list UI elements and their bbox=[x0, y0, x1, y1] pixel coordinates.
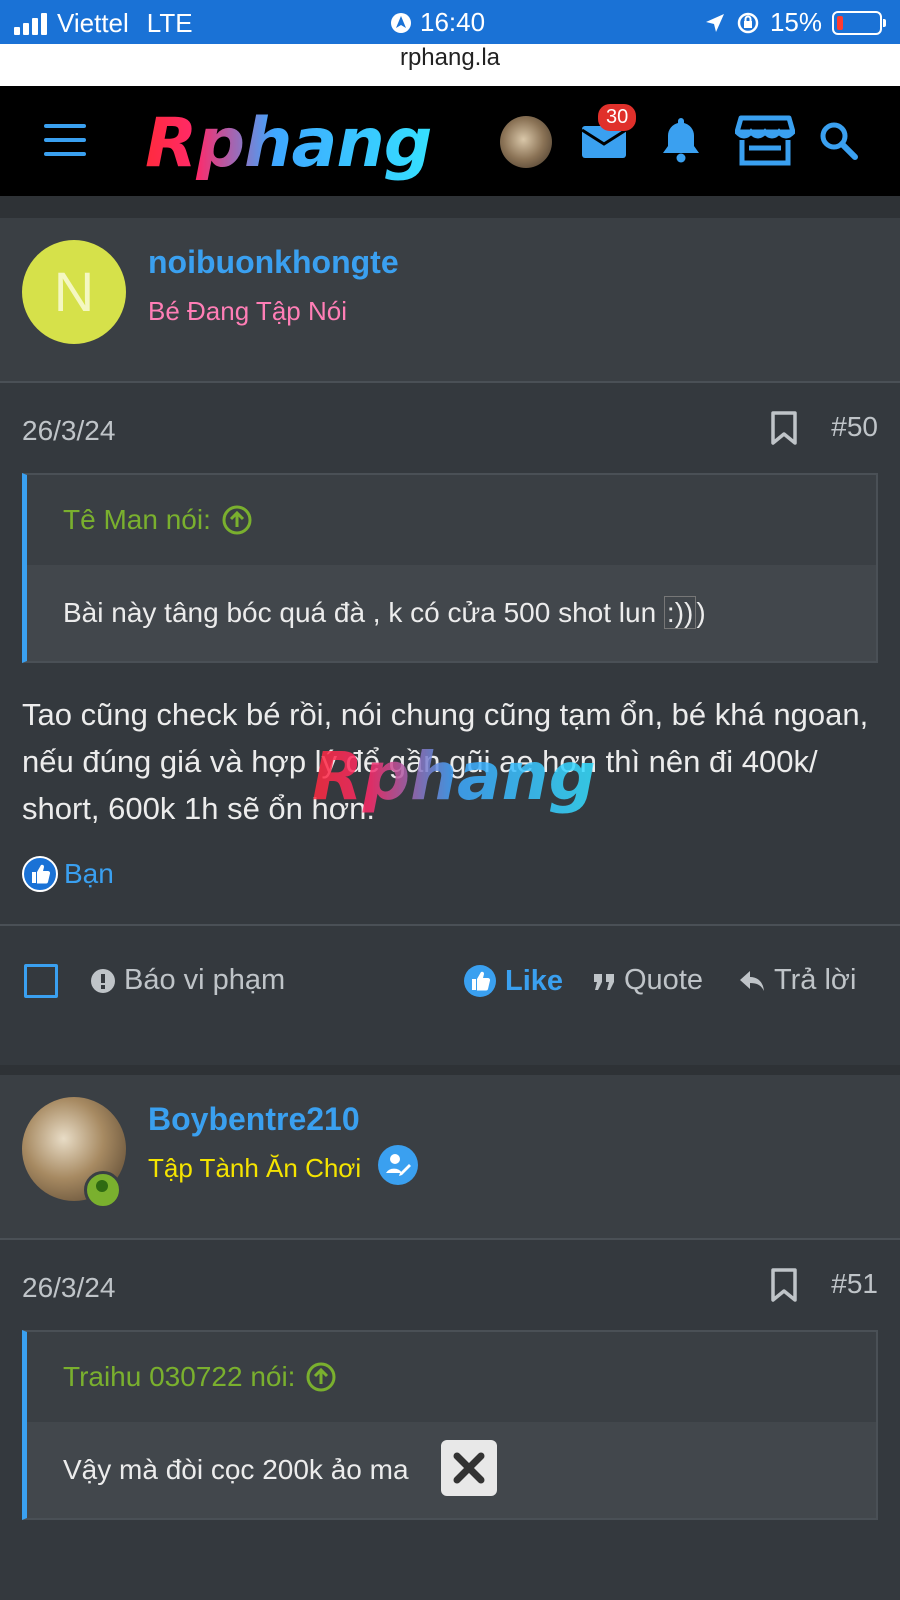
post-actions: Báo vi phạm Like Quote Trả lời bbox=[0, 924, 900, 1039]
url-text: rphang.la bbox=[399, 44, 501, 71]
user-avatar[interactable] bbox=[500, 116, 552, 168]
site-logo[interactable]: Rphang bbox=[145, 104, 432, 183]
post-date[interactable]: 26/3/24 bbox=[22, 415, 115, 447]
mail-badge: 30 bbox=[598, 104, 637, 131]
post-number[interactable]: #51 bbox=[831, 1268, 878, 1300]
reply-arrow-icon bbox=[740, 970, 764, 991]
post-date[interactable]: 26/3/24 bbox=[22, 1272, 115, 1304]
username[interactable]: Boybentre210 bbox=[148, 1101, 360, 1138]
battery-icon bbox=[832, 10, 886, 35]
quote-author[interactable]: Tê Man nói: bbox=[63, 475, 211, 565]
quote-button[interactable]: Quote bbox=[592, 964, 703, 997]
reaction-bar: Bạn bbox=[0, 832, 900, 924]
post-50: N noibuonkhongte Bé Đang Tập Nói 26/3/24… bbox=[0, 218, 900, 1065]
bookmark-icon[interactable] bbox=[770, 411, 798, 450]
bookmark-icon[interactable] bbox=[770, 1268, 798, 1307]
close-icon bbox=[453, 1452, 485, 1484]
close-ad-button[interactable] bbox=[441, 1440, 497, 1496]
quote-text: Bài này tâng bóc quá đà , k có cửa 500 s… bbox=[27, 565, 876, 661]
network-type: LTE bbox=[146, 8, 193, 38]
bell-icon[interactable] bbox=[660, 116, 702, 169]
user-title: Bé Đang Tập Nói bbox=[148, 296, 347, 326]
clock: 16:40 bbox=[420, 7, 486, 37]
username[interactable]: noibuonkhongte bbox=[148, 244, 399, 281]
signal-icon bbox=[14, 12, 47, 35]
thumbs-up-icon bbox=[464, 965, 496, 997]
site-header: Rphang bbox=[0, 86, 900, 196]
user-title: Tập Tành Ăn Chơi bbox=[148, 1153, 362, 1183]
quote-block: Tê Man nói: Bài này tâng bóc quá đà , k … bbox=[22, 473, 878, 663]
reply-button[interactable]: Trả lời bbox=[738, 964, 856, 997]
quote-icon bbox=[594, 973, 614, 990]
verified-user-icon bbox=[378, 1145, 418, 1185]
author-block: Boybentre210 Tập Tành Ăn Chơi bbox=[0, 1075, 900, 1240]
rotation-lock-icon bbox=[737, 12, 759, 33]
quote-author[interactable]: Traihu 030722 nói: bbox=[63, 1332, 295, 1422]
alert-circle-icon bbox=[91, 968, 115, 993]
location-arrow-circle-icon bbox=[391, 12, 411, 33]
reaction-user[interactable]: Bạn bbox=[64, 858, 114, 890]
online-status-icon bbox=[84, 1171, 122, 1209]
post-meta: 26/3/24 #50 bbox=[0, 383, 900, 473]
arrow-up-circle-icon[interactable] bbox=[221, 504, 253, 536]
store-icon[interactable] bbox=[734, 114, 796, 171]
menu-icon[interactable] bbox=[44, 124, 86, 156]
like-reaction-icon bbox=[22, 856, 58, 892]
select-checkbox[interactable] bbox=[24, 964, 58, 998]
location-icon bbox=[705, 13, 724, 32]
post-meta: 26/3/24 #51 bbox=[0, 1240, 900, 1330]
search-icon[interactable] bbox=[818, 120, 858, 165]
status-bar: Viettel LTE 16:40 15% bbox=[0, 0, 900, 44]
arrow-up-circle-icon[interactable] bbox=[305, 1361, 337, 1393]
url-bar[interactable]: rphang.la bbox=[0, 44, 900, 86]
report-button[interactable]: Báo vi phạm bbox=[90, 964, 285, 997]
post-body: Tao cũng check bé rồi, nói chung cũng tạ… bbox=[22, 697, 869, 826]
smiley: :)) bbox=[663, 596, 697, 629]
author-block: N noibuonkhongte Bé Đang Tập Nói bbox=[0, 218, 900, 383]
like-button[interactable]: Like bbox=[463, 964, 563, 998]
avatar[interactable]: N bbox=[22, 240, 126, 344]
carrier-name: Viettel bbox=[57, 8, 129, 38]
post-number[interactable]: #50 bbox=[831, 411, 878, 443]
battery-percent: 15% bbox=[769, 7, 822, 37]
post-51: Boybentre210 Tập Tành Ăn Chơi 26/3/24 #5… bbox=[0, 1075, 900, 1600]
